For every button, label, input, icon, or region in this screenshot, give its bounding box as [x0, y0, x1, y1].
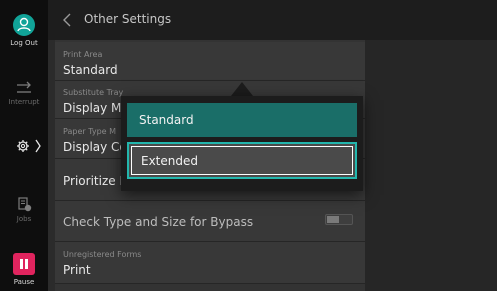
row-value: Display Me — [63, 101, 129, 115]
row-value: Check Type and Size for Bypass — [63, 215, 254, 229]
pause-icon — [13, 253, 35, 275]
row-value: Prioritize B — [63, 174, 128, 188]
device-settings-button[interactable] — [0, 138, 48, 156]
pause-label: Pause — [13, 278, 35, 286]
popup-pointer — [231, 82, 253, 96]
row-print-area[interactable]: Print Area Standard — [55, 42, 365, 81]
row-label: Paper Type M — [63, 127, 117, 136]
row-check-type-bypass[interactable]: Check Type and Size for Bypass — [55, 201, 365, 242]
gear-icon — [17, 139, 41, 153]
option-extended[interactable]: Extended — [127, 142, 357, 179]
user-icon — [13, 14, 35, 36]
side-rail: Log Out Interrupt Jobs Pause — [0, 0, 48, 291]
detail-pane — [365, 40, 497, 291]
row-label: Substitute Tray — [63, 88, 124, 97]
logout-label: Log Out — [10, 39, 38, 47]
row-label: Unregistered Forms — [63, 250, 142, 259]
back-button[interactable] — [62, 12, 72, 32]
option-label: Extended — [141, 154, 198, 168]
chevron-left-icon — [63, 13, 71, 27]
row-unregistered-forms[interactable]: Unregistered Forms Print — [55, 242, 365, 284]
interrupt-button[interactable]: Interrupt — [0, 80, 48, 106]
pause-button[interactable]: Pause — [0, 253, 48, 286]
jobs-icon — [18, 197, 32, 212]
page-title: Other Settings — [84, 12, 172, 26]
print-area-popup: Standard Extended — [121, 96, 363, 191]
jobs-button[interactable]: Jobs — [0, 195, 48, 223]
interrupt-icon — [17, 81, 31, 93]
row-value: Print — [63, 263, 91, 277]
bypass-toggle[interactable] — [325, 214, 353, 225]
toggle-knob — [327, 216, 339, 223]
option-label: Standard — [139, 113, 194, 127]
logout-button[interactable]: Log Out — [0, 14, 48, 47]
row-label: Print Area — [63, 50, 103, 59]
row-value: Standard — [63, 63, 118, 77]
jobs-label: Jobs — [16, 215, 32, 223]
option-standard[interactable]: Standard — [127, 103, 357, 137]
interrupt-label: Interrupt — [8, 98, 40, 106]
